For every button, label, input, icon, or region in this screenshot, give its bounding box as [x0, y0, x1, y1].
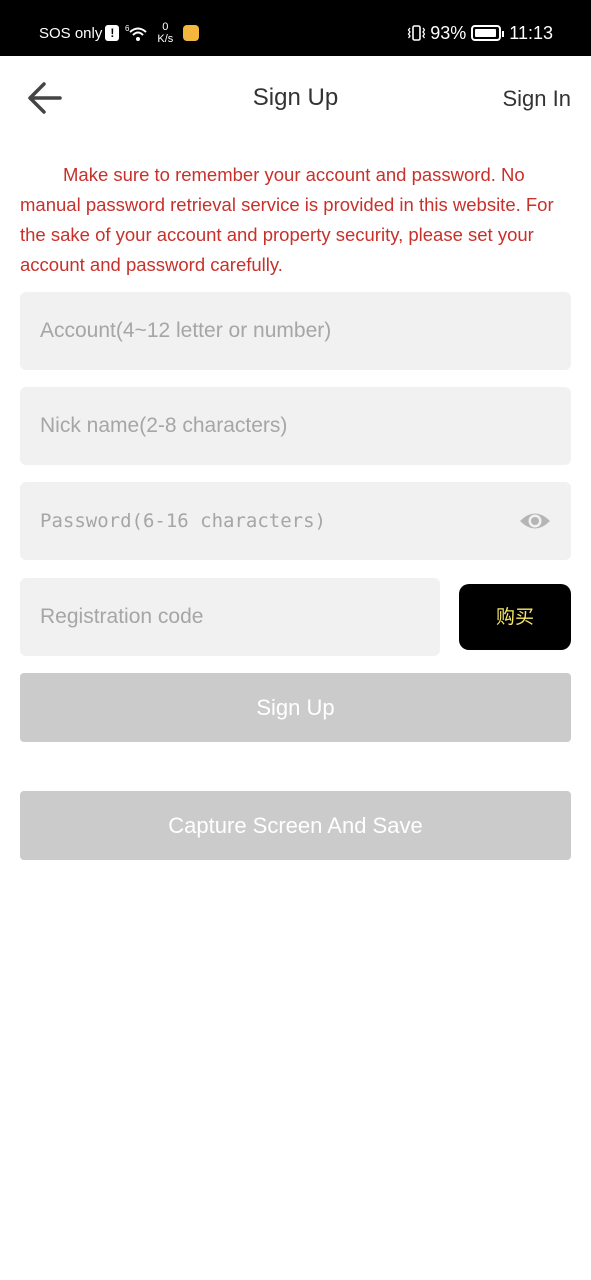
password-field[interactable]: [20, 482, 571, 560]
battery-icon: [471, 25, 505, 41]
nickname-input[interactable]: [20, 387, 571, 465]
status-right: 93% 11:13: [407, 20, 553, 46]
buy-button[interactable]: 购买: [459, 584, 571, 650]
status-left: SOS only ! 6 0 K/s: [39, 18, 200, 48]
capture-screen-button[interactable]: Capture Screen And Save: [20, 791, 571, 860]
carrier-text: SOS only: [39, 24, 103, 42]
net-speed-value: 0: [162, 21, 169, 33]
battery-percent: 93%: [430, 22, 467, 43]
registration-code-field[interactable]: [20, 578, 440, 656]
show-password-toggle[interactable]: [519, 506, 551, 536]
clock: 11:13: [509, 22, 553, 43]
eye-icon: [520, 513, 550, 529]
wifi-gen-label: 6: [125, 24, 130, 33]
nickname-field[interactable]: [20, 387, 571, 465]
sign-up-button[interactable]: Sign Up: [20, 673, 571, 742]
net-speed: 0 K/s: [157, 21, 173, 45]
status-bar: SOS only ! 6 0 K/s 93% 11:13: [0, 0, 591, 56]
notification-app-icon: [183, 25, 200, 41]
account-input[interactable]: [20, 292, 571, 370]
sign-in-link[interactable]: Sign In: [503, 86, 572, 112]
registration-code-input[interactable]: [20, 578, 440, 656]
app-header: Sign Up Sign In: [0, 56, 591, 142]
vibrate-icon: [407, 24, 426, 42]
password-input[interactable]: [20, 482, 571, 560]
net-speed-unit: K/s: [157, 33, 174, 45]
security-notice: Make sure to remember your account and p…: [20, 164, 554, 275]
account-field[interactable]: [20, 292, 571, 370]
battery-fill: [475, 29, 496, 37]
alert-icon: !: [105, 25, 120, 41]
wifi-icon: 6: [125, 24, 149, 42]
